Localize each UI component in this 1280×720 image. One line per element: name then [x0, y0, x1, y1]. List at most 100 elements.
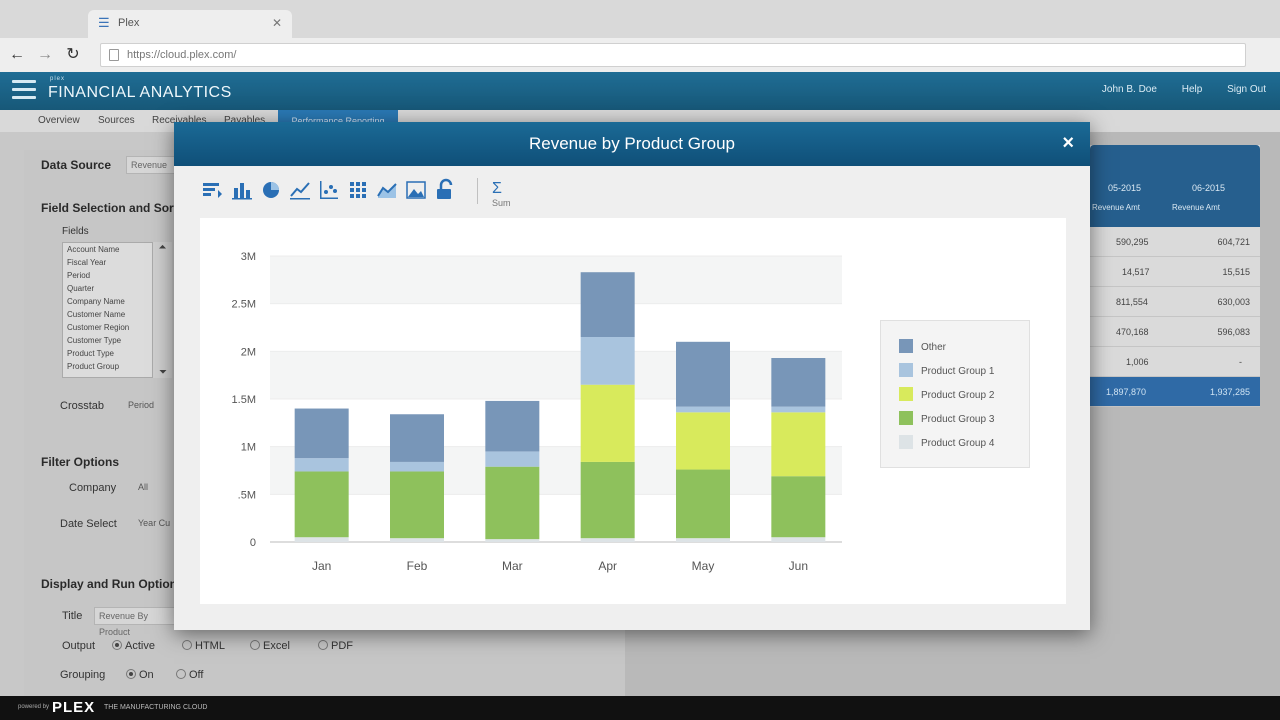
grid-icon[interactable]	[346, 178, 370, 202]
output-option-pdf[interactable]: PDF	[318, 640, 353, 652]
sum-aggregation-button[interactable]: Σ Sum	[492, 180, 511, 216]
scroll-up-icon[interactable]: ⏶	[153, 242, 172, 253]
chart-legend: Other Product Group 1 Product Group 2 Produ…	[880, 320, 1030, 468]
company-select[interactable]: All	[138, 482, 148, 492]
chart-modal: Revenue by Product Group × Σ Sum 0 .5M 1…	[174, 122, 1090, 630]
reload-icon[interactable]: ↻	[62, 44, 84, 66]
title-label: Title	[62, 610, 83, 622]
bar-segment	[771, 358, 826, 407]
footer-tagline: THE MANUFACTURING CLOUD	[104, 704, 208, 711]
bar-segment	[580, 272, 635, 338]
plot-band	[270, 446, 842, 495]
signout-link[interactable]: Sign Out	[1227, 84, 1266, 95]
y-tick-label: 2M	[241, 346, 256, 358]
legend-item[interactable]: Product Group 2	[899, 387, 994, 403]
output-option-excel[interactable]: Excel	[250, 640, 290, 652]
sort-icon[interactable]	[200, 178, 224, 202]
legend-swatch	[899, 411, 913, 425]
help-link[interactable]: Help	[1182, 84, 1203, 95]
bar-segment	[676, 469, 730, 539]
table-cell: 1,937,285	[1209, 387, 1250, 397]
footer-prefix: powered by	[18, 704, 50, 710]
table-cell: -	[1239, 357, 1242, 367]
output-option-html[interactable]: HTML	[182, 640, 225, 652]
legend-label: Product Group 3	[921, 414, 995, 425]
table-cell: 15,515	[1222, 267, 1250, 277]
column-header[interactable]: 06-2015	[1192, 183, 1225, 193]
bar-segment	[485, 451, 540, 467]
grouping-option-on[interactable]: On	[126, 669, 154, 681]
bar-chart-icon[interactable]	[230, 178, 254, 202]
legend-swatch	[899, 363, 913, 377]
app-brand-small: plex	[50, 76, 66, 82]
browser-tab[interactable]: ☰ Plex ✕	[88, 10, 292, 40]
plot-band	[270, 303, 842, 352]
table-header: 05-2015 06-2015 Revenue Amt Revenue Amt	[1090, 145, 1260, 227]
fields-scrollbar[interactable]: ⏶ ⏷	[152, 242, 172, 378]
line-chart-icon[interactable]	[288, 178, 312, 202]
hamburger-menu-icon[interactable]	[12, 80, 36, 100]
footer-bar: powered by PLEX THE MANUFACTURING CLOUD	[0, 696, 1280, 720]
page-icon	[109, 49, 119, 61]
table-cell: 596,083	[1217, 327, 1250, 337]
url-text: https://cloud.plex.com/	[127, 49, 237, 61]
results-table: 05-2015 06-2015 Revenue Amt Revenue Amt …	[1090, 145, 1260, 407]
date-select-input[interactable]: Year Cu	[138, 518, 170, 528]
column-header[interactable]: 05-2015	[1108, 183, 1141, 193]
page-menu-icon: ☰	[98, 15, 110, 30]
back-icon[interactable]: ←	[6, 44, 28, 66]
plot-band	[270, 351, 842, 399]
app-title: FINANCIAL ANALYTICS	[48, 84, 232, 101]
legend-item[interactable]: Product Group 4	[899, 435, 994, 451]
column-subheader[interactable]: Revenue Amt	[1172, 203, 1220, 212]
user-link[interactable]: John B. Doe	[1102, 84, 1157, 95]
browser-toolbar: ← → ↻ https://cloud.plex.com/	[0, 38, 1280, 72]
output-option-active[interactable]: Active	[112, 640, 155, 652]
y-tick-label: 1.5M	[232, 394, 256, 406]
table-row: 1,006 -	[1090, 347, 1260, 377]
legend-swatch	[899, 339, 913, 353]
output-label: Output	[62, 640, 96, 652]
bar-segment	[676, 538, 730, 542]
crosstab-select[interactable]: Period	[128, 400, 154, 410]
legend-item[interactable]: Product Group 1	[899, 363, 994, 379]
bar-segment	[390, 471, 444, 539]
close-icon[interactable]: ×	[1062, 132, 1074, 155]
table-cell: 630,003	[1217, 297, 1250, 307]
scroll-down-icon[interactable]: ⏷	[153, 367, 173, 378]
app-header: plex FINANCIAL ANALYTICS John B. Doe Hel…	[0, 72, 1280, 110]
bar-segment	[294, 458, 349, 472]
title-input[interactable]: Revenue By Product	[94, 607, 178, 637]
image-chart-icon[interactable]	[404, 178, 428, 202]
legend-item[interactable]: Other	[899, 339, 946, 355]
table-cell: 811,554	[1116, 297, 1148, 307]
plot-band	[270, 399, 842, 447]
bar-segment	[294, 471, 349, 538]
table-cell: 590,295	[1116, 237, 1149, 247]
tab-close-icon[interactable]: ✕	[272, 16, 282, 30]
bar-segment	[485, 466, 540, 540]
column-subheader[interactable]: Revenue Amt	[1092, 203, 1140, 212]
scatter-chart-icon[interactable]	[317, 178, 341, 202]
bar-segment	[390, 414, 444, 462]
forward-icon[interactable]: →	[34, 44, 56, 66]
legend-swatch	[899, 387, 913, 401]
bar-segment	[676, 406, 730, 413]
y-tick-label: 2.5M	[232, 299, 256, 311]
bar-segment	[580, 538, 635, 542]
crosstab-label: Crosstab	[60, 400, 105, 412]
pie-chart-icon[interactable]	[259, 178, 283, 202]
area-chart-icon[interactable]	[375, 178, 399, 202]
data-source-label: Data Source	[41, 158, 112, 172]
address-bar[interactable]: https://cloud.plex.com/	[100, 43, 1246, 67]
subnav-item-sources[interactable]: Sources	[98, 115, 135, 126]
toolbar-separator	[477, 178, 478, 204]
bar-segment	[771, 476, 826, 538]
subnav-item-overview[interactable]: Overview	[38, 115, 80, 126]
table-row: 811,554 630,003	[1090, 287, 1260, 317]
fields-label: Fields	[62, 226, 89, 237]
x-tick-label: Jun	[789, 559, 808, 573]
lock-icon[interactable]	[433, 178, 457, 202]
legend-item[interactable]: Product Group 3	[899, 411, 994, 427]
grouping-option-off[interactable]: Off	[176, 669, 203, 681]
